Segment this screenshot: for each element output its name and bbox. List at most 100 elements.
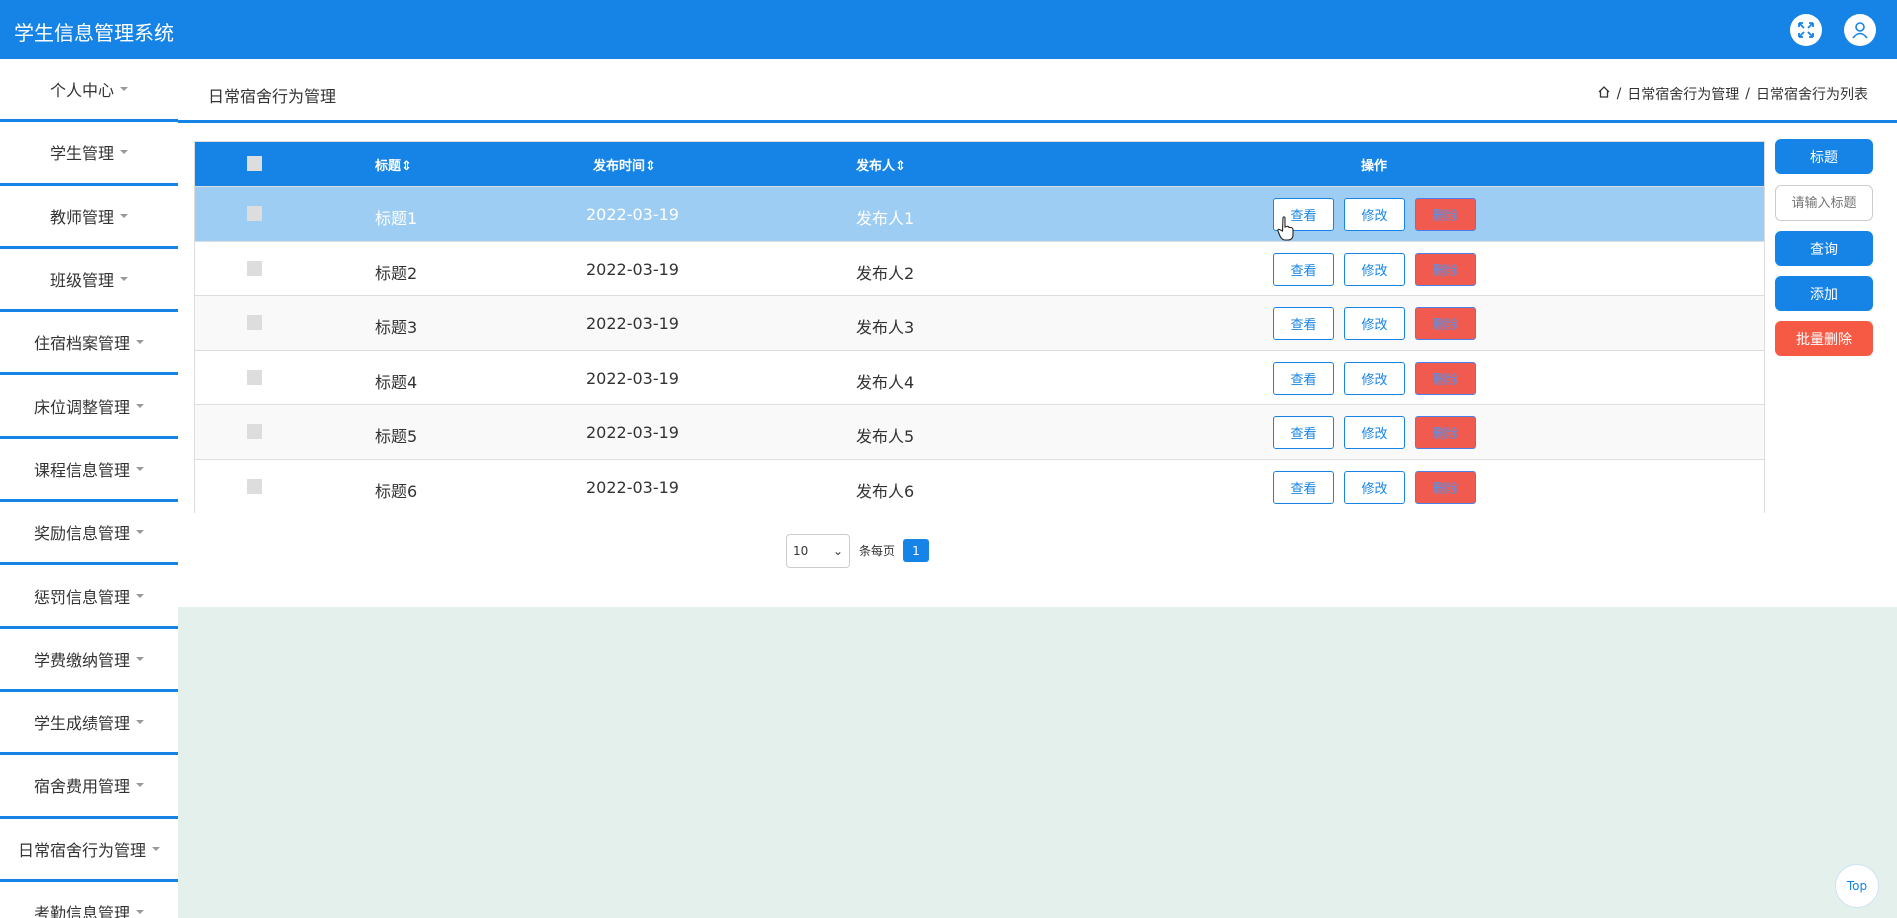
chevron-down-icon (136, 530, 144, 535)
table-row[interactable]: 标题1 2022-03-19 发布人1 查看 修改 删除 (195, 186, 1764, 241)
table-row[interactable]: 标题6 2022-03-19 发布人6 查看 修改 删除 (195, 458, 1764, 513)
sidebar-item-bed-adjust[interactable]: 床位调整管理 (0, 375, 178, 439)
sidebar-item-classes[interactable]: 班级管理 (0, 249, 178, 313)
table-row[interactable]: 标题4 2022-03-19 发布人4 查看 修改 删除 (195, 349, 1764, 404)
cell-time: 2022-03-19 (586, 314, 679, 333)
page-header: 日常宿舍行为管理 / 日常宿舍行为管理 / 日常宿舍行为列表 (178, 59, 1897, 123)
home-icon[interactable] (1597, 85, 1611, 103)
chevron-down-icon (120, 277, 128, 282)
chevron-down-icon (120, 213, 128, 218)
cell-publisher: 发布人3 (856, 318, 915, 337)
sidebar-item-attendance[interactable]: 考勤信息管理 (0, 882, 178, 918)
add-button[interactable]: 添加 (1775, 276, 1873, 311)
delete-button[interactable]: 删除 (1415, 198, 1476, 231)
view-button[interactable]: 查看 (1273, 361, 1334, 395)
view-button[interactable]: 查看 (1273, 252, 1334, 286)
page-size-select[interactable]: 10 ⌄ (786, 534, 850, 568)
sidebar-item-penalties[interactable]: 惩罚信息管理 (0, 565, 178, 629)
sidebar-item-courses[interactable]: 课程信息管理 (0, 439, 178, 503)
breadcrumb-item[interactable]: 日常宿舍行为管理 (1627, 84, 1739, 104)
row-checkbox[interactable] (247, 424, 262, 439)
fullscreen-icon[interactable] (1790, 14, 1822, 46)
column-header-time[interactable]: 发布时间⇕ (593, 155, 656, 174)
cell-title: 标题4 (375, 372, 418, 392)
sidebar-item-teachers[interactable]: 教师管理 (0, 186, 178, 249)
view-button[interactable]: 查看 (1273, 470, 1334, 504)
edit-button[interactable]: 修改 (1344, 416, 1405, 449)
edit-button[interactable]: 修改 (1344, 361, 1405, 395)
cell-publisher: 发布人5 (856, 427, 915, 446)
chevron-down-icon (120, 150, 128, 155)
edit-button[interactable]: 修改 (1344, 307, 1405, 340)
column-header-actions: 操作 (1361, 159, 1388, 174)
cell-title: 标题6 (375, 481, 418, 501)
cell-time: 2022-03-19 (586, 477, 679, 497)
per-page-label: 条每页 (859, 544, 896, 558)
sidebar-item-students[interactable]: 学生管理 (0, 122, 178, 186)
top-bar: 学生信息管理系统 (0, 0, 1897, 59)
chevron-down-icon (136, 593, 144, 598)
chevron-down-icon (136, 340, 144, 345)
table-header: 标题⇕ 发布时间⇕ 发布人⇕ 操作 (195, 142, 1764, 186)
view-button[interactable]: 查看 (1273, 416, 1334, 449)
column-header-title[interactable]: 标题⇕ (375, 155, 412, 174)
cell-time: 2022-03-19 (586, 368, 679, 388)
chevron-down-icon (136, 656, 144, 661)
sidebar-item-grades[interactable]: 学生成绩管理 (0, 692, 178, 756)
user-icon[interactable] (1844, 14, 1876, 46)
chevron-down-icon (136, 720, 144, 725)
breadcrumb: / 日常宿舍行为管理 / 日常宿舍行为列表 (1597, 84, 1868, 104)
chevron-down-icon: ⌄ (832, 544, 843, 558)
batch-delete-button[interactable]: 批量删除 (1775, 321, 1873, 356)
page-number-button[interactable]: 1 (903, 539, 929, 562)
chevron-down-icon (136, 466, 144, 471)
row-checkbox[interactable] (247, 478, 262, 494)
back-to-top-button[interactable]: Top (1835, 864, 1879, 908)
cell-title: 标题3 (375, 318, 418, 337)
row-checkbox[interactable] (247, 206, 262, 221)
sidebar-item-dorm-records[interactable]: 住宿档案管理 (0, 312, 178, 376)
sidebar-item-personal-center[interactable]: 个人中心 (0, 59, 178, 123)
select-all-checkbox[interactable] (247, 156, 262, 171)
cell-publisher: 发布人4 (856, 372, 915, 392)
sidebar-item-rewards[interactable]: 奖励信息管理 (0, 502, 178, 566)
title-field-label: 标题 (1775, 139, 1873, 174)
cell-publisher: 发布人1 (856, 209, 915, 228)
content-background (178, 607, 1897, 918)
sidebar-item-tuition[interactable]: 学费缴纳管理 (0, 629, 178, 692)
sidebar: 个人中心 学生管理 教师管理 班级管理 住宿档案管理 床位调整管理 课程信息管理… (0, 59, 178, 918)
app-title: 学生信息管理系统 (14, 21, 174, 45)
page-title: 日常宿舍行为管理 (208, 87, 337, 106)
breadcrumb-item: 日常宿舍行为列表 (1756, 87, 1868, 103)
hand-cursor-icon (1277, 216, 1295, 246)
edit-button[interactable]: 修改 (1344, 198, 1405, 231)
cell-time: 2022-03-19 (586, 259, 679, 279)
table-row[interactable]: 标题3 2022-03-19 发布人3 查看 修改 删除 (195, 295, 1764, 350)
query-button[interactable]: 查询 (1775, 231, 1873, 266)
table-row[interactable]: 标题2 2022-03-19 发布人2 查看 修改 删除 (195, 240, 1764, 295)
title-search-input[interactable] (1775, 185, 1873, 221)
column-header-publisher[interactable]: 发布人⇕ (856, 155, 906, 174)
chevron-down-icon (136, 783, 144, 788)
data-table: 标题⇕ 发布时间⇕ 发布人⇕ 操作 标题1 2022-03-19 发布人1 查看… (194, 141, 1765, 513)
cell-title: 标题5 (375, 427, 418, 446)
delete-button[interactable]: 删除 (1415, 361, 1476, 395)
row-checkbox[interactable] (247, 315, 262, 330)
edit-button[interactable]: 修改 (1344, 252, 1405, 286)
sidebar-item-dorm-behavior[interactable]: 日常宿舍行为管理 (0, 819, 178, 882)
cell-title: 标题1 (375, 209, 418, 228)
delete-button[interactable]: 删除 (1415, 416, 1476, 449)
view-button[interactable]: 查看 (1273, 307, 1334, 340)
chevron-down-icon (152, 846, 160, 851)
delete-button[interactable]: 删除 (1415, 307, 1476, 340)
row-checkbox[interactable] (247, 369, 262, 385)
cell-time: 2022-03-19 (586, 423, 679, 442)
chevron-down-icon (136, 403, 144, 408)
delete-button[interactable]: 删除 (1415, 470, 1476, 504)
row-checkbox[interactable] (247, 260, 262, 276)
cell-publisher: 发布人2 (856, 263, 915, 283)
table-row[interactable]: 标题5 2022-03-19 发布人5 查看 修改 删除 (195, 404, 1764, 459)
sidebar-item-dorm-fees[interactable]: 宿舍费用管理 (0, 755, 178, 819)
delete-button[interactable]: 删除 (1415, 252, 1476, 286)
edit-button[interactable]: 修改 (1344, 470, 1405, 504)
